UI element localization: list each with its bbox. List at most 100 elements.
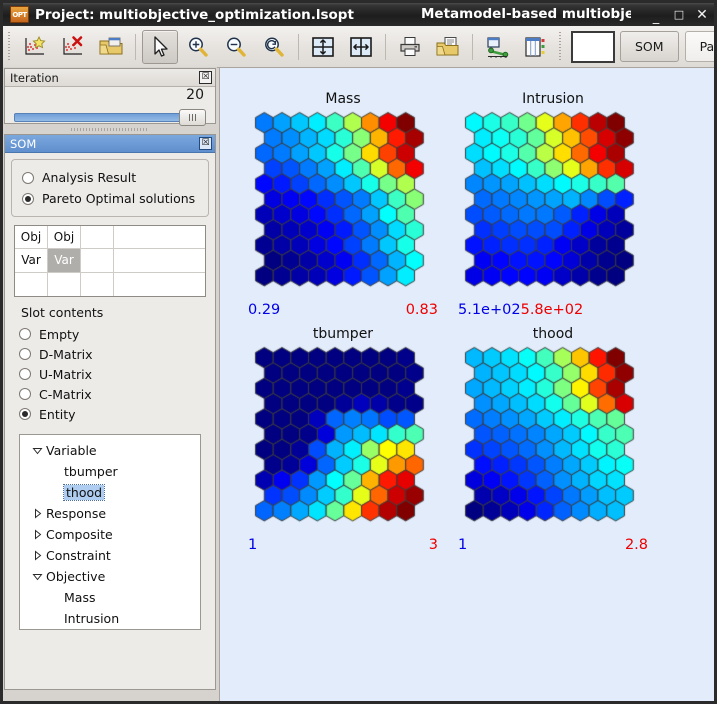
iteration-slider[interactable] xyxy=(14,109,206,126)
chevron-right-icon[interactable] xyxy=(28,550,46,561)
add-scatter-point-button[interactable] xyxy=(17,30,53,64)
plot-title: thood xyxy=(532,326,574,342)
zoom-in-button[interactable] xyxy=(180,30,216,64)
slot-cell-1-2[interactable] xyxy=(81,249,114,273)
slot-cell-0-1[interactable]: Obj xyxy=(48,226,81,250)
chevron-right-icon[interactable] xyxy=(28,508,46,519)
radio-icon-selected[interactable] xyxy=(22,192,34,205)
tree-label: tbumper xyxy=(64,464,118,479)
radio-analysis-result[interactable]: Analysis Result xyxy=(22,167,198,188)
add-scatter-point-icon xyxy=(22,35,48,59)
radio-label: Pareto Optimal solutions xyxy=(42,191,196,206)
thood-som-canvas[interactable] xyxy=(464,346,642,536)
slot-cell-0-0[interactable]: Obj xyxy=(15,226,48,250)
tbumper-som-plot[interactable]: tbumper 1 3 xyxy=(248,326,438,553)
slot-cell-2-2[interactable] xyxy=(81,272,114,296)
radio-icon[interactable] xyxy=(22,171,34,184)
plot-title: tbumper xyxy=(312,326,374,342)
toolbar-right-section: SOM Paramete xyxy=(569,30,714,63)
slot-cell-1-1-selected[interactable]: Var xyxy=(48,249,81,273)
radio-icon[interactable] xyxy=(19,388,31,400)
maximize-button[interactable]: □ xyxy=(672,9,686,20)
toolbar-separator xyxy=(298,33,299,60)
parameter-view-button[interactable]: Paramete xyxy=(684,31,714,62)
minimize-button[interactable]: _ xyxy=(649,11,663,24)
delete-scatter-point-button[interactable] xyxy=(55,30,91,64)
som-view-button[interactable]: SOM xyxy=(620,31,679,62)
tree-node-tbumper[interactable]: tbumper xyxy=(20,461,200,482)
tree-node-response[interactable]: Response xyxy=(20,503,200,524)
chevron-down-icon[interactable] xyxy=(28,571,46,582)
tree-node-composite[interactable]: Composite xyxy=(20,524,200,545)
intrusion-som-canvas[interactable] xyxy=(464,111,642,301)
table-row[interactable] xyxy=(15,272,205,296)
iteration-slider-thumb[interactable] xyxy=(179,109,206,126)
chevron-down-icon[interactable] xyxy=(28,445,46,456)
slider-thumb-grip-icon xyxy=(189,114,196,121)
chevron-right-icon[interactable] xyxy=(28,529,46,540)
fit-horizontal-button[interactable] xyxy=(343,30,379,64)
radio-label: Analysis Result xyxy=(42,170,137,185)
toolbar-drag-grip[interactable] xyxy=(7,31,13,62)
print-button[interactable] xyxy=(392,30,428,64)
mass-som-plot[interactable]: Mass 0.29 0.83 xyxy=(248,91,438,318)
table-view-button[interactable] xyxy=(517,30,553,64)
tbumper-som-canvas[interactable] xyxy=(254,346,432,536)
zoom-reset-button[interactable] xyxy=(256,30,292,64)
tree-node-thood[interactable]: thood xyxy=(20,482,200,503)
table-row[interactable]: Var Var xyxy=(15,249,205,273)
radio-pareto-optimal-solutions[interactable]: Pareto Optimal solutions xyxy=(22,188,198,209)
slot-cell-1-0[interactable]: Var xyxy=(15,249,48,273)
radio-c-matrix[interactable]: C-Matrix xyxy=(19,384,209,404)
radio-d-matrix[interactable]: D-Matrix xyxy=(19,344,209,364)
save-as-button[interactable] xyxy=(430,30,466,64)
som-panel-header: SOM ☒ xyxy=(5,135,215,153)
radio-icon[interactable] xyxy=(19,328,31,340)
tree-label-selected: thood xyxy=(62,484,106,501)
iteration-panel-title: Iteration xyxy=(10,70,59,85)
fit-vertical-button[interactable] xyxy=(305,30,341,64)
slot-cell-0-2[interactable] xyxy=(81,226,114,250)
som-source-groupbox: Analysis Result Pareto Optimal solutions xyxy=(11,159,209,217)
title-bar: OPT Project: multiobjective_optimization… xyxy=(3,3,714,27)
close-button[interactable]: ✕ xyxy=(695,8,709,22)
close-icon[interactable]: ☒ xyxy=(199,71,212,84)
radio-empty[interactable]: Empty xyxy=(19,324,209,344)
iteration-slider-track[interactable] xyxy=(14,113,206,122)
tree-node-intrusion[interactable]: Intrusion xyxy=(20,608,200,629)
tree-node-objective[interactable]: Objective xyxy=(20,566,200,587)
entity-tree[interactable]: Variable tbumper thood Response Composit… xyxy=(19,434,201,630)
curve-plot-button[interactable] xyxy=(479,30,515,64)
tree-node-variable[interactable]: Variable xyxy=(20,440,200,461)
table-row[interactable]: Obj Obj xyxy=(15,226,205,250)
tree-node-mass[interactable]: Mass xyxy=(20,587,200,608)
toolbar-section-grip[interactable] xyxy=(558,31,564,62)
mass-som-canvas[interactable] xyxy=(254,111,432,301)
plot-max-value: 5.8e+02 xyxy=(520,302,584,318)
slot-cell-2-0[interactable] xyxy=(15,272,48,296)
fit-horizontal-icon xyxy=(348,35,374,59)
tree-node-constraint[interactable]: Constraint xyxy=(20,545,200,566)
dock-splitter[interactable] xyxy=(3,126,217,133)
open-project-button[interactable] xyxy=(93,30,129,64)
color-swatch-button[interactable] xyxy=(571,30,615,63)
plot-max-value: 3 xyxy=(428,537,438,553)
radio-icon[interactable] xyxy=(19,348,31,360)
iteration-panel-header: Iteration ☒ xyxy=(5,69,215,87)
close-icon[interactable]: ☒ xyxy=(199,137,212,150)
slot-cell-2-1[interactable] xyxy=(48,272,81,296)
toolbar-separator xyxy=(472,33,473,60)
zoom-out-button[interactable] xyxy=(218,30,254,64)
thood-som-plot[interactable]: thood 1 2.8 xyxy=(458,326,648,553)
radio-u-matrix[interactable]: U-Matrix xyxy=(19,364,209,384)
radio-entity[interactable]: Entity xyxy=(19,404,209,424)
plot-range-labels: 1 2.8 xyxy=(458,537,648,553)
left-dock: Iteration ☒ 20 SOM ☒ Analysis Result Par… xyxy=(3,67,217,701)
slot-table[interactable]: Obj Obj Var Var xyxy=(14,225,206,297)
radio-icon-selected[interactable] xyxy=(19,408,31,420)
plot-min-value: 0.29 xyxy=(248,302,281,318)
pointer-tool-button[interactable] xyxy=(142,29,178,64)
intrusion-som-plot[interactable]: Intrusion 5.1e+02 5.8e+02 xyxy=(458,91,648,318)
radio-icon[interactable] xyxy=(19,368,31,380)
slot-row-filler xyxy=(114,249,205,273)
